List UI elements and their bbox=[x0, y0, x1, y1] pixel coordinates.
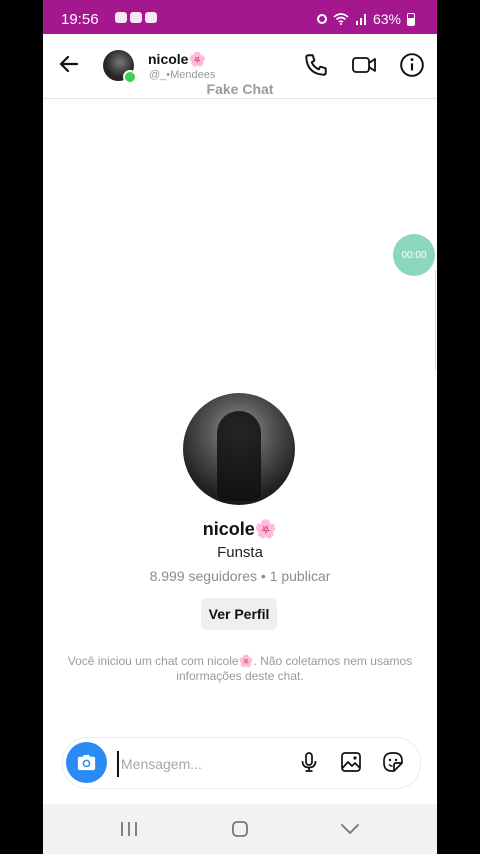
scroll-indicator bbox=[435, 270, 436, 370]
camera-button[interactable] bbox=[66, 742, 107, 783]
youtube-notification-icon bbox=[130, 12, 142, 23]
profile-bio: Funsta bbox=[217, 544, 263, 561]
camera-icon bbox=[77, 754, 96, 771]
chat-notice: Você iniciou um chat com nicole🌸. Não co… bbox=[67, 654, 413, 683]
gallery-icon[interactable] bbox=[339, 750, 363, 774]
profile-name: nicole🌸 bbox=[202, 519, 278, 539]
back-arrow-icon[interactable] bbox=[57, 52, 81, 76]
chat-subtitle: Fake Chat bbox=[206, 81, 274, 97]
back-nav-icon[interactable] bbox=[338, 818, 362, 840]
battery-percent: 63% bbox=[372, 11, 401, 27]
microphone-icon[interactable] bbox=[297, 750, 321, 774]
alarm-icon bbox=[316, 14, 327, 24]
notification-icons bbox=[115, 12, 157, 23]
video-call-icon[interactable] bbox=[351, 52, 377, 78]
view-profile-button[interactable]: Ver Perfil bbox=[201, 598, 277, 630]
chat-header: nicole🌸 @_•Mendees Fake Chat bbox=[43, 34, 437, 99]
battery-icon bbox=[407, 12, 415, 26]
message-input[interactable] bbox=[117, 751, 303, 777]
info-icon[interactable] bbox=[399, 52, 425, 78]
system-icons: 63% bbox=[316, 11, 415, 27]
profile-stats: 8.999 seguidores • 1 publicar bbox=[149, 568, 331, 584]
home-icon[interactable] bbox=[228, 818, 252, 840]
status-bar: 19:56 63% bbox=[43, 0, 437, 34]
recent-apps-icon[interactable] bbox=[117, 818, 141, 840]
chat-notification-icon bbox=[145, 12, 157, 23]
phone-call-icon[interactable] bbox=[303, 52, 329, 78]
signal-icon bbox=[355, 14, 366, 25]
app-notification-icon bbox=[115, 12, 127, 23]
profile-photo-figure bbox=[217, 411, 261, 501]
wifi-icon bbox=[333, 13, 349, 25]
recording-timer[interactable]: 00:00 bbox=[393, 234, 435, 276]
system-nav-bar bbox=[43, 804, 437, 854]
status-time: 19:56 bbox=[61, 11, 99, 28]
message-composer bbox=[62, 737, 421, 789]
contact-name[interactable]: nicole🌸 bbox=[148, 51, 206, 68]
phone-screen: 19:56 63% nicole🌸 @_•Mendees Fake Chat 0… bbox=[43, 0, 437, 854]
sticker-icon[interactable] bbox=[381, 750, 405, 774]
profile-avatar[interactable] bbox=[183, 393, 295, 505]
contact-username: @_•Mendees bbox=[149, 69, 216, 81]
